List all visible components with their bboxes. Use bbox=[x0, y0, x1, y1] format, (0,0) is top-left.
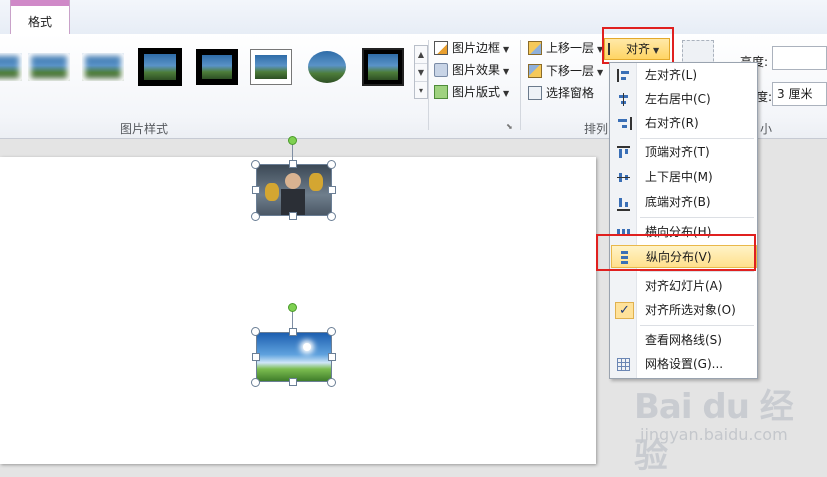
gallery-scroll[interactable]: ▲ ▼ ▾ bbox=[414, 45, 428, 99]
picture-style-thumb[interactable] bbox=[28, 49, 70, 85]
dialog-launcher-icon[interactable]: ⬊ bbox=[506, 122, 513, 131]
resize-handle[interactable] bbox=[327, 212, 336, 221]
picture-effect-label: 图片效果 bbox=[452, 63, 501, 77]
picture-style-thumb[interactable] bbox=[362, 48, 404, 86]
resize-handle[interactable] bbox=[289, 378, 297, 386]
resize-handle[interactable] bbox=[251, 160, 260, 169]
resize-handle[interactable] bbox=[251, 378, 260, 387]
resize-handle[interactable] bbox=[289, 160, 297, 168]
distribute-vertical-callout bbox=[596, 234, 756, 271]
align-button-callout bbox=[602, 27, 674, 64]
contextual-tab-marker bbox=[11, 0, 69, 6]
send-backward-label: 下移一层 bbox=[546, 64, 595, 78]
grid-icon bbox=[617, 358, 630, 371]
picture-border-icon bbox=[434, 41, 448, 55]
picture-person-masks[interactable] bbox=[256, 164, 332, 216]
width-field[interactable]: 3 厘米 bbox=[772, 82, 827, 106]
picture-effect-button[interactable]: 图片效果 ▼ bbox=[434, 60, 509, 80]
align-center-icon bbox=[617, 93, 630, 106]
divider bbox=[428, 40, 429, 130]
mask-left bbox=[265, 183, 279, 201]
align-right-icon bbox=[617, 117, 632, 130]
watermark-sub: jingyan.baidu.com bbox=[640, 425, 788, 444]
menu-item-align-selected-objects[interactable]: ✓ 对齐所选对象(O) bbox=[611, 299, 757, 322]
group-label-picture-styles: 图片样式 bbox=[120, 122, 169, 136]
align-menu: 左对齐(L) 左右居中(C) 右对齐(R) 顶端对齐(T) 上下居中(M) 底端… bbox=[609, 62, 758, 379]
align-bottom-icon bbox=[617, 196, 630, 211]
picture-style-thumb[interactable] bbox=[250, 49, 292, 85]
align-top-icon bbox=[617, 146, 630, 161]
send-backward-button[interactable]: 下移一层 ▼ bbox=[528, 61, 603, 81]
sun bbox=[303, 343, 311, 351]
person-head bbox=[285, 173, 301, 189]
send-backward-icon bbox=[528, 64, 542, 78]
align-left-icon bbox=[617, 69, 632, 82]
align-middle-icon bbox=[617, 171, 630, 184]
picture-sky-field[interactable] bbox=[256, 332, 332, 382]
resize-handle[interactable] bbox=[289, 328, 297, 336]
picture-style-thumb[interactable] bbox=[138, 48, 182, 86]
menu-separator bbox=[640, 217, 754, 218]
menu-item-align-bottom[interactable]: 底端对齐(B) bbox=[611, 191, 757, 214]
picture-layout-button[interactable]: 图片版式 ▼ bbox=[434, 82, 509, 102]
resize-handle[interactable] bbox=[251, 327, 260, 336]
scroll-up-icon[interactable]: ▲ bbox=[415, 46, 427, 64]
rotation-handle[interactable] bbox=[288, 136, 297, 145]
menu-item-view-gridlines[interactable]: 查看网格线(S) bbox=[611, 329, 757, 352]
group-label-size: 小 bbox=[760, 122, 773, 136]
picture-border-label: 图片边框 bbox=[452, 41, 501, 55]
tab-format[interactable]: 格式 bbox=[10, 0, 70, 34]
height-field[interactable] bbox=[772, 46, 827, 70]
menu-separator bbox=[640, 271, 754, 272]
check-icon: ✓ bbox=[615, 302, 634, 319]
selection-pane-icon bbox=[528, 86, 542, 100]
resize-handle[interactable] bbox=[328, 186, 336, 194]
menu-item-grid-settings[interactable]: 网格设置(G)... bbox=[611, 353, 757, 376]
resize-handle[interactable] bbox=[328, 353, 336, 361]
bring-forward-button[interactable]: 上移一层 ▼ bbox=[528, 38, 603, 58]
menu-item-align-middle[interactable]: 上下居中(M) bbox=[611, 166, 757, 189]
picture-layout-label: 图片版式 bbox=[452, 85, 501, 99]
resize-handle[interactable] bbox=[252, 186, 260, 194]
resize-handle[interactable] bbox=[327, 327, 336, 336]
picture-style-thumb[interactable] bbox=[82, 49, 124, 85]
resize-handle[interactable] bbox=[289, 212, 297, 220]
baidu-jingyan-watermark: Bai du 经验 jingyan.baidu.com bbox=[632, 375, 822, 476]
picture-style-thumb[interactable] bbox=[306, 49, 348, 85]
bring-forward-label: 上移一层 bbox=[546, 41, 595, 55]
resize-handle[interactable] bbox=[252, 353, 260, 361]
mask-right bbox=[309, 173, 323, 191]
menu-item-align-right[interactable]: 右对齐(R) bbox=[611, 112, 757, 135]
bring-forward-icon bbox=[528, 41, 542, 55]
group-label-arrange: 排列 bbox=[584, 122, 609, 136]
menu-separator bbox=[640, 325, 754, 326]
gallery-expand-icon[interactable]: ▾ bbox=[415, 82, 427, 99]
menu-item-align-top[interactable]: 顶端对齐(T) bbox=[611, 141, 757, 164]
selection-pane-label: 选择窗格 bbox=[546, 86, 595, 100]
tab-strip bbox=[0, 0, 827, 34]
selection-pane-button[interactable]: 选择窗格 bbox=[528, 83, 594, 103]
menu-item-align-left[interactable]: 左对齐(L) bbox=[611, 64, 757, 87]
rotation-handle[interactable] bbox=[288, 303, 297, 312]
divider bbox=[520, 40, 521, 130]
picture-border-button[interactable]: 图片边框 ▼ bbox=[434, 38, 509, 58]
picture-layout-icon bbox=[434, 85, 448, 99]
resize-handle[interactable] bbox=[327, 160, 336, 169]
picture-effect-icon bbox=[434, 63, 448, 77]
menu-item-align-to-slide[interactable]: 对齐幻灯片(A) bbox=[611, 275, 757, 298]
picture-style-thumb[interactable] bbox=[196, 49, 238, 85]
picture-style-thumb[interactable] bbox=[0, 49, 22, 85]
menu-separator bbox=[640, 138, 754, 139]
menu-item-align-center[interactable]: 左右居中(C) bbox=[611, 88, 757, 111]
tab-format-label: 格式 bbox=[27, 15, 52, 29]
resize-handle[interactable] bbox=[327, 378, 336, 387]
resize-handle[interactable] bbox=[251, 212, 260, 221]
width-label: 度: bbox=[756, 90, 773, 104]
scroll-down-icon[interactable]: ▼ bbox=[415, 64, 427, 82]
